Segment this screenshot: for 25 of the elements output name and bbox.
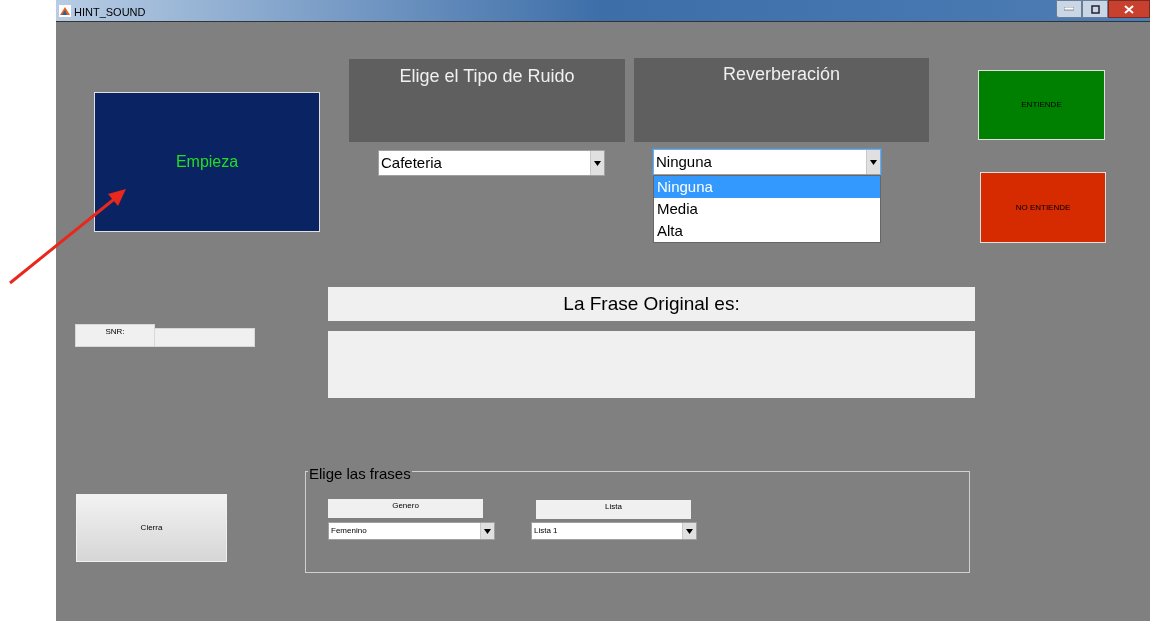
- snr-field[interactable]: [154, 328, 255, 347]
- dropdown-option[interactable]: Media: [654, 198, 880, 220]
- caret-icon: [484, 528, 491, 534]
- list-dropdown[interactable]: Lista 1: [531, 522, 697, 540]
- not-understands-button[interactable]: NO ENTIENDE: [980, 172, 1106, 243]
- app-icon: [59, 5, 71, 17]
- caret-icon: [686, 528, 693, 534]
- close-button[interactable]: Cierra: [76, 494, 227, 562]
- maximize-icon[interactable]: [1090, 4, 1100, 14]
- window-title: HINT_SOUND: [74, 5, 146, 20]
- start-button[interactable]: Empieza: [94, 92, 320, 232]
- understands-button[interactable]: ENTIENDE: [978, 70, 1105, 140]
- reverb-dropdown[interactable]: Ninguna: [653, 149, 881, 175]
- gender-label: Genero: [392, 500, 419, 512]
- dropdown-option[interactable]: Alta: [654, 220, 880, 242]
- panel-title: Elige el Tipo de Ruido: [399, 65, 575, 88]
- close-icon[interactable]: [1124, 4, 1134, 14]
- list-label: Lista: [605, 501, 622, 513]
- header-text: La Frase Original es:: [563, 291, 740, 316]
- gender-dropdown[interactable]: Femenino: [328, 522, 495, 540]
- caret-icon: [870, 159, 877, 165]
- panel-title: Reverberación: [722, 63, 841, 86]
- caret-icon: [594, 160, 601, 166]
- noise-dropdown[interactable]: Cafeteria: [378, 150, 605, 176]
- snr-label: SNR:: [105, 326, 125, 338]
